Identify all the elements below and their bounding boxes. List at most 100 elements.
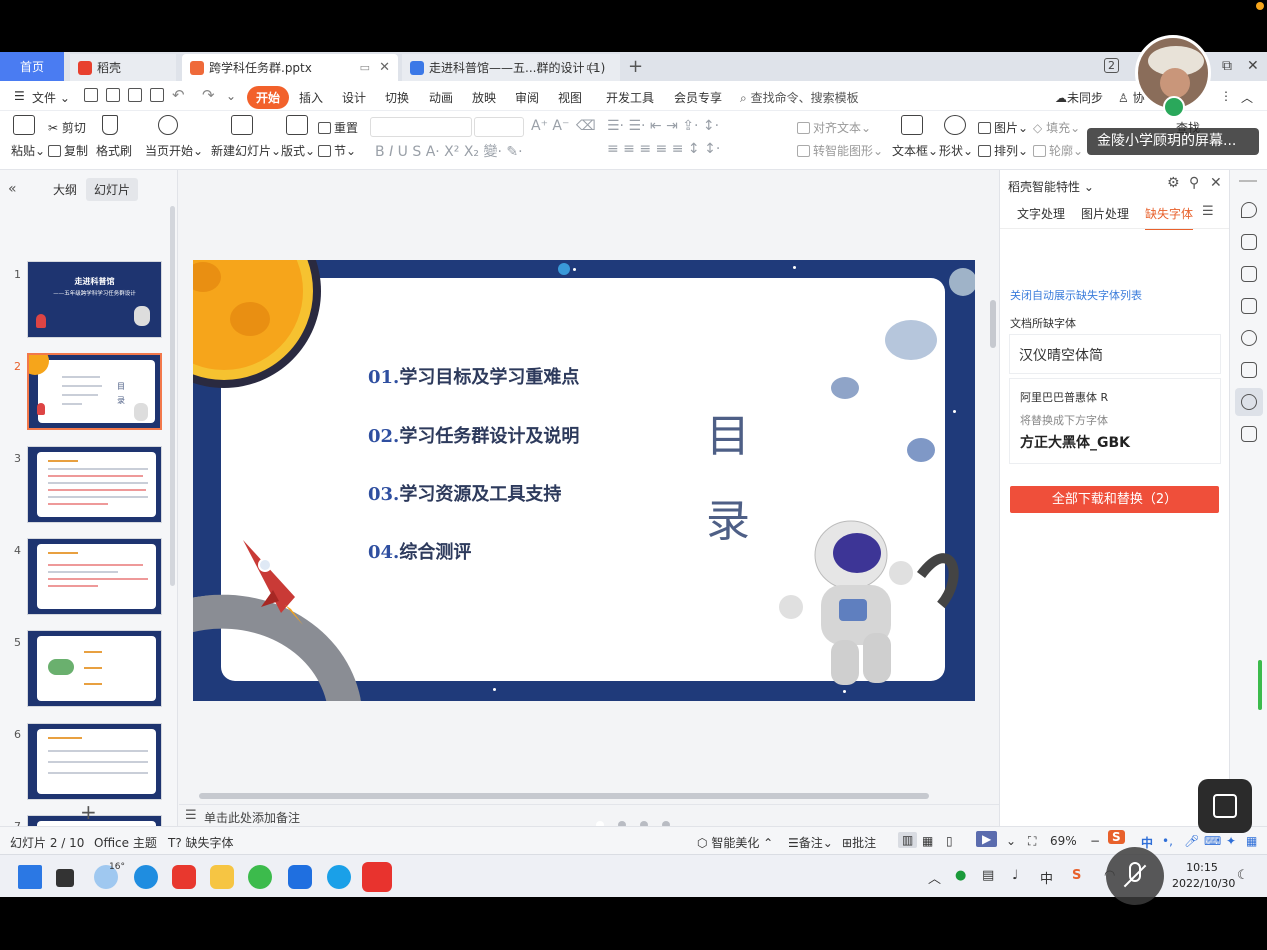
menu-slideshow[interactable]: 放映 [472, 89, 496, 106]
more-icon[interactable]: ⋮ [1220, 89, 1232, 103]
close-window-icon[interactable]: ✕ [1247, 58, 1259, 74]
menu-file[interactable]: 文件 ⌄ [32, 89, 70, 106]
tab-word-doc[interactable]: 走进科普馆——五...群的设计 (1) ▭ [402, 54, 620, 81]
missing-font-status[interactable]: T? 缺失字体 [168, 834, 234, 851]
reading-view-icon[interactable]: ▯ [946, 834, 953, 848]
menu-developer[interactable]: 开发工具 [606, 89, 654, 106]
tab-image-processing[interactable]: 图片处理 [1081, 205, 1129, 222]
font-family-select[interactable] [370, 117, 472, 137]
font-size-select[interactable] [474, 117, 524, 137]
paragraph-align-icons[interactable]: ≡ ≡ ≡ ≡ ≡ ↕ ↕· [607, 141, 720, 157]
ime-punct-icon[interactable]: •, [1162, 834, 1173, 848]
rocket-tool-icon[interactable] [1241, 202, 1257, 218]
voice-input-icon[interactable]: 🎤︎ [1184, 834, 1199, 848]
toolbox-icon[interactable]: ▦ [1246, 834, 1257, 848]
microphone-icon[interactable]: ♩ [1012, 868, 1018, 883]
shape-button[interactable]: 形状⌄ [939, 142, 973, 159]
wechat-icon[interactable] [248, 865, 272, 889]
help-icon[interactable] [1241, 330, 1257, 346]
edge-icon[interactable] [134, 865, 158, 889]
file-explorer-icon[interactable] [210, 865, 234, 889]
microphone-badge-icon[interactable] [1163, 96, 1185, 118]
notification-icon[interactable]: ☾ [1237, 868, 1249, 883]
close-panel-icon[interactable]: ✕ [1210, 175, 1222, 191]
wps-office-icon[interactable] [362, 862, 392, 892]
print-icon[interactable] [128, 88, 142, 102]
menu-design[interactable]: 设计 [342, 89, 366, 106]
hamburger-icon[interactable]: ☰ [14, 89, 25, 103]
tab-slides[interactable]: 幻灯片 [86, 178, 139, 201]
menu-icon[interactable]: ☰ [1202, 204, 1214, 219]
print-preview-icon[interactable] [150, 88, 164, 102]
tab-text-processing[interactable]: 文字处理 [1017, 205, 1065, 222]
layout-button[interactable]: 版式⌄ [281, 142, 315, 159]
text-style-icons[interactable]: B I U S A· X² X₂ 變· ✎· [375, 141, 523, 161]
clear-format-icon[interactable]: ⌫ [576, 118, 596, 134]
picture-button[interactable]: 图片⌄ [978, 119, 1028, 136]
mute-microphone-button[interactable] [1106, 847, 1164, 905]
slide-thumb-3[interactable] [27, 446, 162, 523]
clock-time[interactable]: 10:15 [1176, 861, 1228, 874]
comment-button[interactable]: ⊞批注 [842, 834, 876, 851]
slide-thumb-2-selected[interactable]: 目 录 [27, 353, 162, 430]
text-box-button[interactable]: 文本框⌄ [892, 142, 938, 159]
edit-float-button[interactable] [1198, 779, 1252, 833]
scroll-thumb[interactable] [199, 793, 929, 799]
undo-icon[interactable]: ↶ [172, 86, 185, 104]
sync-status[interactable]: ☁未同步 [1055, 89, 1103, 106]
download-replace-all-button[interactable]: 全部下载和替换（2） [1010, 486, 1219, 513]
cut-button[interactable]: ✂ 剪切 [48, 119, 86, 136]
menu-animation[interactable]: 动画 [429, 89, 453, 106]
tray-app-icon-2[interactable]: ▤ [982, 868, 994, 883]
save-icon[interactable] [84, 88, 98, 102]
redo-icon[interactable]: ↷ [202, 86, 215, 104]
panel-title[interactable]: 稻壳智能特性 ⌄ [1008, 178, 1094, 195]
cloud-settings-icon[interactable] [1241, 362, 1257, 378]
reset-button[interactable]: 重置 [318, 119, 358, 136]
list-icons[interactable]: ☰· ☰· ⇤ ⇥ ⇪· ↕· [607, 118, 719, 134]
scroll-thumb[interactable] [990, 300, 996, 348]
sogou-tray-icon[interactable]: S [1072, 868, 1081, 883]
tab-pptx-active[interactable]: 跨学科任务群.pptx ▭ ✕ [182, 54, 398, 81]
pin-icon[interactable]: ⚲ [1189, 175, 1199, 191]
new-tab-button[interactable]: + [628, 56, 643, 77]
convert-smartart-button[interactable]: 转智能图形⌄ [797, 142, 883, 159]
theme-name[interactable]: Office 主题 [94, 834, 157, 851]
format-painter-button[interactable]: 格式刷 [96, 142, 132, 159]
slide-thumb-4[interactable] [27, 538, 162, 615]
section-button[interactable]: 节⌄ [318, 142, 356, 159]
zoom-out-button[interactable]: − [1090, 834, 1100, 848]
missing-font-item-1[interactable]: 汉仪晴空体简 [1010, 335, 1220, 373]
zoom-level[interactable]: 69% [1050, 834, 1077, 848]
menu-insert[interactable]: 插入 [299, 89, 323, 106]
clock-date[interactable]: 2022/10/30 [1172, 877, 1235, 890]
close-tab-icon[interactable]: ✕ [379, 60, 390, 75]
slide-2[interactable]: 01.学习目标及学习重难点 02.学习任务群设计及说明 03.学习资源及工具支持… [193, 260, 975, 701]
copy-icon[interactable] [1241, 298, 1257, 314]
menu-view[interactable]: 视图 [558, 89, 582, 106]
workspace-badge[interactable]: 2 [1104, 58, 1119, 73]
slide-sorter-icon[interactable]: ▦ [922, 834, 933, 848]
start-icon[interactable] [18, 865, 42, 889]
book-icon[interactable] [1241, 426, 1257, 442]
restore-window-icon[interactable]: ⧉ [1222, 58, 1232, 74]
missing-font-item-2[interactable]: 阿里巴巴普惠体 R 将替换成下方字体 方正大黑体_GBK [1010, 379, 1220, 463]
smart-features-icon[interactable] [1241, 394, 1257, 410]
task-view-icon[interactable] [56, 869, 74, 887]
tab-outline[interactable]: 大纲 [53, 181, 77, 198]
notes-toggle[interactable]: ☰备注⌄ [788, 834, 833, 851]
window-icon[interactable]: ▭ [586, 60, 598, 75]
tencent-meeting-icon[interactable] [288, 865, 312, 889]
skin-icon[interactable]: ✦ [1226, 834, 1236, 848]
paste-button[interactable]: 粘贴⌄ [11, 142, 45, 159]
add-slide-button[interactable]: + [80, 800, 97, 824]
outline-button[interactable]: 轮廓⌄ [1033, 142, 1083, 159]
sogou-ime-icon[interactable]: S [1108, 830, 1125, 844]
collapse-ribbon-icon[interactable]: ︿ [1241, 89, 1253, 106]
vertical-scrollbar[interactable] [988, 170, 998, 826]
normal-view-icon[interactable]: ▥ [898, 832, 918, 848]
thumbnail-scrollbar[interactable] [170, 206, 175, 586]
adjust-icon[interactable] [1241, 234, 1257, 250]
menu-home[interactable]: 开始 [247, 86, 290, 109]
keyboard-icon[interactable]: ⌨ [1204, 834, 1221, 848]
